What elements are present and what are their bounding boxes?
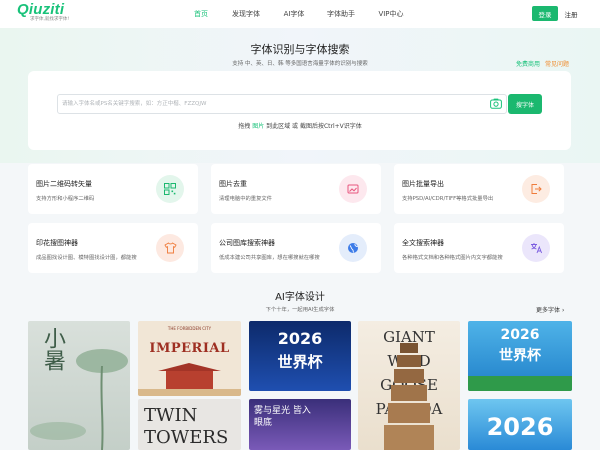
tool-desc: 低成本建公司共享图库，想在哪搜就在哪搜 [219, 255, 320, 261]
tool-desc: 各种格式文档和各种格式图片内文字都能搜 [402, 255, 503, 261]
drag-hint-image-link[interactable]: 图片 [252, 123, 264, 130]
image-dedupe-icon [339, 175, 367, 203]
ai-section-title: AI字体设计 [275, 292, 325, 303]
more-fonts-label: 更多字体 [536, 307, 561, 314]
tool-card-qrcode-vector[interactable]: 图片二维码转矢量 支持方形和小程序二维码 [28, 164, 198, 214]
ai-section-subtitle: 下个十年，一起用AI生成字体 [265, 307, 335, 313]
search-font-button[interactable]: 搜字体 [508, 94, 542, 114]
nav-discover-fonts[interactable]: 发现字体 [222, 0, 270, 28]
tool-title: 图片二维码转矢量 [36, 180, 92, 188]
qrcode-icon [156, 175, 184, 203]
camera-icon[interactable] [490, 98, 502, 109]
nav-vip-center[interactable]: VIP中心 [368, 0, 414, 28]
nav-ai-fonts[interactable]: AI字体 [276, 0, 312, 28]
logo-text: Qiuziti [17, 1, 65, 18]
tool-desc: 支持方形和小程序二维码 [36, 196, 95, 202]
tool-card-image-dedupe[interactable]: 图片去重 清理电脑中的重复文件 [211, 164, 381, 214]
thumb-text: 小暑 [40, 327, 65, 371]
ai-font-thumb[interactable]: 2026 世界杯 [249, 321, 351, 391]
nav-font-assistant[interactable]: 字体助手 [318, 0, 364, 28]
ai-font-thumb[interactable]: 小暑 [28, 321, 130, 450]
main-nav: 首页 发现字体 AI字体 字体助手 VIP中心 [180, 0, 414, 28]
tool-desc: 支持PSD/AI/CDR/TIFF等格式批量导出 [402, 196, 494, 202]
ai-font-thumb[interactable]: 雾与星光 皆入眼底 [249, 399, 351, 450]
thumb-text: 雾与星光 皆入眼底 [254, 406, 311, 428]
tool-card-print-search[interactable]: 印花搜图神器 成品图找设计图、模特图找设计图，都能搜 [28, 223, 198, 273]
ai-font-thumb[interactable]: 2026 世界杯 [468, 321, 572, 391]
tool-desc: 清理电脑中的重复文件 [219, 196, 272, 202]
thumb-subtext: 世界杯 [277, 353, 323, 371]
tool-desc: 成品图找设计图、模特图找设计图，都能搜 [36, 255, 137, 261]
site-logo[interactable]: Qiuziti 求字体,就找求字体! [17, 1, 70, 23]
thumb-text: 2026 [277, 329, 323, 348]
thumb-text: 2026 [486, 413, 554, 441]
faq-link[interactable]: 常见问题 [545, 59, 569, 68]
register-button[interactable]: 注册 [560, 6, 582, 21]
translate-icon [522, 234, 550, 262]
free-commercial-link[interactable]: 免费商用 [516, 59, 540, 68]
ai-font-thumb[interactable]: 2026 [468, 399, 572, 450]
hero-subtitle: 支持 中、英、日、韩 等多国语言海量字体的识别与搜索 [232, 61, 368, 67]
ai-font-thumb[interactable]: GIANT WILD GOOSE PAGODA [358, 321, 460, 450]
drag-hint-post: 到此区域 或 截图后按Ctrl+V识字体 [266, 123, 362, 130]
drag-hint-pre: 拖拽 [238, 123, 251, 130]
tool-card-batch-export[interactable]: 图片批量导出 支持PSD/AI/CDR/TIFF等格式批量导出 [394, 164, 564, 214]
drag-drop-hint[interactable]: 拖拽 图片 到此区域 或 截图后按Ctrl+V识字体 [0, 121, 600, 130]
chevron-right-icon: › [561, 307, 565, 314]
tshirt-icon [156, 234, 184, 262]
login-button[interactable]: 登录 [532, 6, 558, 21]
tool-title: 图片去重 [219, 180, 247, 188]
tool-title: 全文搜索神器 [402, 239, 444, 247]
thumb-text: TWIN TOWERS [144, 405, 229, 448]
logo-tagline: 求字体,就找求字体! [30, 17, 70, 22]
top-header: Qiuziti 求字体,就找求字体! 首页 发现字体 AI字体 字体助手 VIP… [0, 0, 600, 28]
ai-font-thumb[interactable]: THE FORBIDDEN CITY IMPERIAL [138, 321, 241, 396]
tool-title: 公司图库搜索神器 [219, 239, 275, 247]
nav-home[interactable]: 首页 [180, 0, 222, 28]
tool-card-company-gallery[interactable]: 公司图库搜索神器 低成本建公司共享图库，想在哪搜就在哪搜 [211, 223, 381, 273]
more-fonts-link[interactable]: 更多字体 › [536, 305, 564, 314]
hero-title: 字体识别与字体搜索 [250, 43, 350, 56]
export-icon [522, 175, 550, 203]
ai-font-thumb[interactable]: TWIN TOWERS [138, 399, 241, 450]
search-input[interactable] [62, 99, 482, 109]
globe-icon [339, 234, 367, 262]
tool-title: 印花搜图神器 [36, 239, 78, 247]
tool-card-fulltext-search[interactable]: 全文搜索神器 各种格式文档和各种格式图片内文字都能搜 [394, 223, 564, 273]
tool-title: 图片批量导出 [402, 180, 444, 188]
